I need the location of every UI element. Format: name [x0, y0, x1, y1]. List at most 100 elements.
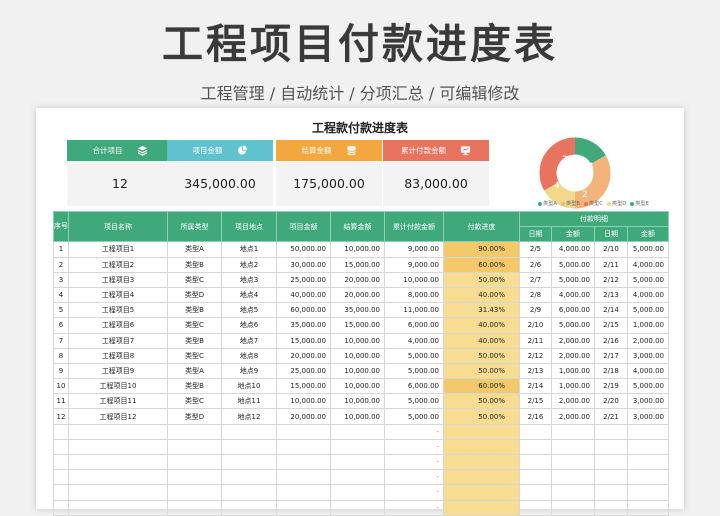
cell-empty[interactable] [519, 453, 552, 471]
cell-empty[interactable] [330, 438, 385, 456]
cell-amount[interactable]: 15,000.00 [276, 378, 331, 395]
cell-paid[interactable]: 9,000.00 [384, 256, 444, 273]
cell-settle[interactable]: 15,000.00 [330, 317, 385, 334]
header-name[interactable]: 项目名称 [68, 210, 168, 243]
cell-empty[interactable] [167, 423, 222, 440]
cell-money2[interactable]: 5,000.00 [627, 302, 669, 319]
cell-empty[interactable] [627, 423, 669, 440]
cell-date1[interactable]: 2/6 [519, 256, 552, 273]
cell-money2[interactable]: 2,000.00 [627, 332, 669, 349]
cell-seq[interactable]: 12 [53, 408, 69, 425]
cell-amount[interactable]: 20,000.00 [276, 408, 331, 425]
cell-date2[interactable]: 2/15 [594, 317, 628, 334]
cell-settle[interactable]: 10,000.00 [330, 332, 385, 349]
cell-amount[interactable]: 30,000.00 [276, 256, 331, 273]
cell-date1[interactable]: 2/5 [519, 241, 552, 258]
cell-seq[interactable]: 9 [53, 362, 69, 380]
cell-empty[interactable] [627, 499, 669, 516]
cell-progress[interactable]: 60.00% [443, 256, 520, 273]
cell-location[interactable]: 地点7 [221, 332, 277, 349]
cell-type[interactable]: 类型C [167, 393, 222, 410]
cell-location[interactable]: 地点11 [221, 393, 277, 410]
cell-location[interactable]: 地点5 [221, 302, 277, 319]
cell-empty[interactable] [68, 438, 168, 456]
cell-progress[interactable]: 90.00% [443, 241, 520, 258]
cell-empty[interactable] [627, 453, 669, 471]
cell-type[interactable]: 类型B [167, 302, 222, 319]
cell-empty[interactable] [167, 438, 222, 456]
cell-empty[interactable] [53, 499, 69, 516]
cell-type[interactable]: 类型D [167, 408, 222, 425]
cell-empty[interactable] [330, 453, 385, 471]
cell-amount[interactable]: 60,000.00 [276, 302, 331, 319]
cell-empty[interactable]: - [384, 499, 444, 516]
cell-type[interactable]: 类型C [167, 271, 222, 288]
cell-empty[interactable] [221, 484, 277, 501]
header-settle[interactable]: 结算金额 [330, 210, 385, 243]
cell-progress[interactable]: 40.00% [443, 317, 520, 334]
header-detail[interactable]: 付款明细 [519, 210, 669, 228]
cell-empty[interactable] [53, 484, 69, 501]
cell-empty[interactable] [443, 423, 520, 440]
cell-money1[interactable]: 1,000.00 [551, 378, 595, 395]
cell-type[interactable]: 类型C [167, 317, 222, 334]
cell-date1[interactable]: 2/13 [519, 362, 552, 380]
cell-paid[interactable]: 10,000.00 [384, 271, 444, 288]
cell-progress[interactable]: 40.00% [443, 332, 520, 349]
cell-amount[interactable]: 15,000.00 [276, 332, 331, 349]
cell-empty[interactable] [519, 469, 552, 486]
cell-seq[interactable]: 1 [53, 241, 69, 258]
cell-empty[interactable] [53, 453, 69, 471]
cell-progress[interactable]: 50.00% [443, 362, 520, 380]
cell-empty[interactable] [594, 499, 628, 516]
cell-progress[interactable]: 50.00% [443, 347, 520, 364]
cell-date1[interactable]: 2/8 [519, 286, 552, 304]
cell-location[interactable]: 地点1 [221, 241, 277, 258]
cell-money2[interactable]: 5,000.00 [627, 241, 669, 258]
header-location[interactable]: 项目地点 [221, 210, 277, 243]
cell-empty[interactable] [68, 499, 168, 516]
cell-empty[interactable]: - [384, 453, 444, 471]
cell-name[interactable]: 工程项目11 [68, 393, 168, 410]
cell-paid[interactable]: 5,000.00 [384, 393, 444, 410]
cell-empty[interactable] [276, 438, 331, 456]
header-money[interactable]: 金额 [627, 226, 669, 243]
cell-empty[interactable] [594, 469, 628, 486]
cell-date2[interactable]: 2/13 [594, 286, 628, 304]
cell-empty[interactable] [167, 484, 222, 501]
cell-empty[interactable] [330, 499, 385, 516]
cell-empty[interactable] [276, 453, 331, 471]
cell-empty[interactable] [551, 499, 595, 516]
cell-empty[interactable] [221, 438, 277, 456]
cell-date1[interactable]: 2/7 [519, 271, 552, 288]
cell-seq[interactable]: 2 [53, 256, 69, 273]
header-money[interactable]: 金额 [551, 226, 595, 243]
cell-settle[interactable]: 20,000.00 [330, 271, 385, 288]
cell-location[interactable]: 地点6 [221, 317, 277, 334]
cell-empty[interactable] [594, 423, 628, 440]
cell-empty[interactable] [330, 469, 385, 486]
cell-empty[interactable] [443, 438, 520, 456]
cell-empty[interactable] [551, 423, 595, 440]
cell-date2[interactable]: 2/14 [594, 302, 628, 319]
cell-empty[interactable] [221, 499, 277, 516]
cell-money1[interactable]: 2,000.00 [551, 332, 595, 349]
cell-paid[interactable]: 5,000.00 [384, 408, 444, 425]
cell-amount[interactable]: 10,000.00 [276, 393, 331, 410]
cell-seq[interactable]: 4 [53, 286, 69, 304]
cell-progress[interactable]: 50.00% [443, 393, 520, 410]
cell-empty[interactable] [519, 484, 552, 501]
cell-settle[interactable]: 10,000.00 [330, 241, 385, 258]
header-date[interactable]: 日期 [594, 226, 628, 243]
cell-amount[interactable]: 25,000.00 [276, 362, 331, 380]
cell-location[interactable]: 地点4 [221, 286, 277, 304]
cell-money2[interactable]: 4,000.00 [627, 286, 669, 304]
cell-name[interactable]: 工程项目7 [68, 332, 168, 349]
cell-empty[interactable] [551, 469, 595, 486]
cell-empty[interactable] [594, 453, 628, 471]
cell-empty[interactable] [519, 438, 552, 456]
cell-date1[interactable]: 2/16 [519, 408, 552, 425]
cell-name[interactable]: 工程项目1 [68, 241, 168, 258]
cell-paid[interactable]: 6,000.00 [384, 378, 444, 395]
cell-progress[interactable]: 50.00% [443, 408, 520, 425]
